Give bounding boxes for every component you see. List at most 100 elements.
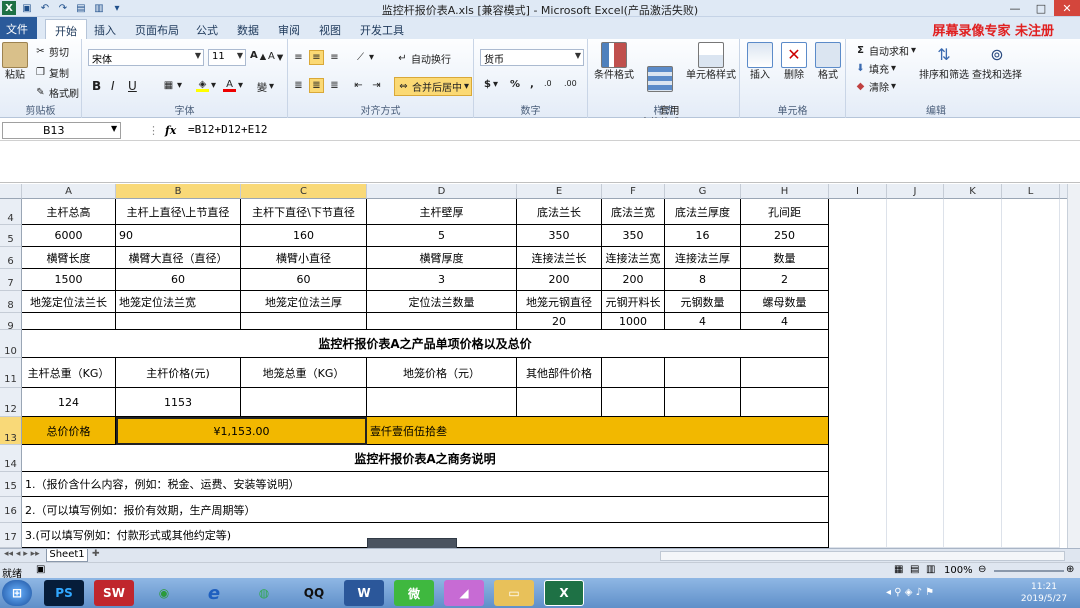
close-button[interactable]: ✕: [1054, 0, 1080, 16]
cell-b5[interactable]: 90: [116, 225, 241, 247]
tab-file[interactable]: 文件: [0, 17, 37, 39]
column-header-e[interactable]: E: [517, 184, 602, 199]
copy-button[interactable]: ❐ 复制: [34, 65, 69, 80]
cell-b8[interactable]: 地笼定位法兰宽: [116, 291, 241, 313]
insert-sheet-icon[interactable]: ✚: [92, 549, 100, 559]
cell-f4[interactable]: 底法兰宽: [602, 199, 665, 225]
horizontal-scrollbar[interactable]: [660, 551, 1065, 561]
cell-a5[interactable]: 6000: [22, 225, 116, 247]
vertical-scrollbar[interactable]: [1067, 184, 1080, 548]
normal-view-icon[interactable]: ▦: [894, 564, 903, 575]
zoom-in-icon[interactable]: ⊕: [1066, 564, 1074, 575]
cell-h8[interactable]: 螺母数量: [741, 291, 829, 313]
cell-g11[interactable]: [665, 358, 741, 388]
cell-e4[interactable]: 底法兰长: [517, 199, 602, 225]
taskbar-screen-recorder[interactable]: ◢: [444, 580, 484, 606]
cell-f11[interactable]: [602, 358, 665, 388]
minimize-button[interactable]: —: [1002, 0, 1028, 16]
taskbar-ie[interactable]: e: [194, 580, 234, 606]
align-right-button[interactable]: ≣: [328, 79, 341, 92]
cell-f8[interactable]: 元钢开料长: [602, 291, 665, 313]
cell-a7[interactable]: 1500: [22, 269, 116, 291]
cell-g7[interactable]: 8: [665, 269, 741, 291]
insert-function-icon[interactable]: fx: [165, 124, 176, 137]
row-header-6[interactable]: 6: [0, 247, 22, 269]
row-header-13[interactable]: 13: [0, 417, 22, 445]
cell-c7[interactable]: 60: [241, 269, 367, 291]
tab-view[interactable]: 视图: [310, 19, 350, 39]
cell-f6[interactable]: 连接法兰宽: [602, 247, 665, 269]
column-header-l[interactable]: L: [1002, 184, 1060, 199]
cell-h12[interactable]: [741, 388, 829, 417]
sheet-nav-arrows[interactable]: ◂◂ ◂ ▸ ▸▸: [4, 549, 40, 559]
borders-button[interactable]: ▦ ▾: [162, 79, 182, 92]
row-header-9[interactable]: 9: [0, 313, 22, 332]
sort-filter-button[interactable]: ⇅ 排序和筛选: [918, 42, 970, 82]
tab-insert[interactable]: 插入: [85, 19, 125, 39]
row-header-5[interactable]: 5: [0, 225, 22, 247]
column-header-f[interactable]: F: [602, 184, 665, 199]
cell-b7[interactable]: 60: [116, 269, 241, 291]
font-size-select[interactable]: 11 ▼: [208, 49, 246, 66]
align-left-button[interactable]: ≣: [292, 79, 305, 92]
cell-b11[interactable]: 主杆价格(元): [116, 358, 241, 388]
tray-clock[interactable]: 11:21 2019/5/27: [1014, 581, 1074, 605]
column-header-c[interactable]: C: [241, 184, 367, 199]
cell-b6[interactable]: 横臂大直径（直径）: [116, 247, 241, 269]
cell-d4[interactable]: 主杆壁厚: [367, 199, 517, 225]
comma-button[interactable]: ,: [530, 79, 534, 90]
percent-button[interactable]: %: [510, 79, 520, 90]
cell-c8[interactable]: 地笼定位法兰厚: [241, 291, 367, 313]
cell-h6[interactable]: 数量: [741, 247, 829, 269]
column-header-i[interactable]: I: [829, 184, 887, 199]
cell-e12[interactable]: [517, 388, 602, 417]
cell-c11[interactable]: 地笼总重（KG）: [241, 358, 367, 388]
cell-f7[interactable]: 200: [602, 269, 665, 291]
taskbar-photoshop[interactable]: PS: [44, 580, 84, 606]
format-cells-button[interactable]: 格式: [812, 42, 844, 82]
tab-data[interactable]: 数据: [228, 19, 268, 39]
cell-d6[interactable]: 横臂厚度: [367, 247, 517, 269]
underline-button[interactable]: U: [128, 79, 137, 93]
italic-button[interactable]: I: [111, 79, 115, 93]
taskbar-wechat[interactable]: 微: [394, 580, 434, 606]
tab-home[interactable]: 开始: [45, 19, 87, 39]
decrease-decimal-button[interactable]: .00: [564, 79, 577, 88]
column-header-j[interactable]: J: [887, 184, 944, 199]
format-painter-button[interactable]: ✎ 格式刷: [34, 85, 79, 100]
tab-developer[interactable]: 开发工具: [351, 19, 413, 39]
taskbar-360-browser[interactable]: ◍: [244, 580, 284, 606]
cell-f5[interactable]: 350: [602, 225, 665, 247]
align-center-button[interactable]: ≣: [309, 78, 324, 93]
cell-styles-button[interactable]: 单元格样式: [684, 42, 738, 82]
column-header-k[interactable]: K: [944, 184, 1002, 199]
bold-button[interactable]: B: [92, 79, 101, 93]
align-top-button[interactable]: ≡: [292, 51, 305, 64]
cell-e5[interactable]: 350: [517, 225, 602, 247]
row-header-7[interactable]: 7: [0, 269, 22, 291]
total-price-label[interactable]: 总价价格: [22, 417, 116, 445]
cell-b12[interactable]: 1153: [116, 388, 241, 417]
fill-color-button[interactable]: ◈ ▾: [196, 79, 216, 92]
cell-d7[interactable]: 3: [367, 269, 517, 291]
column-header-a[interactable]: A: [22, 184, 116, 199]
taskbar-explorer[interactable]: ▭: [494, 580, 534, 606]
merge-center-button[interactable]: ⇔ 合并后居中 ▾: [394, 77, 473, 96]
zoom-out-icon[interactable]: ⊖: [978, 564, 986, 575]
cell-d12[interactable]: [367, 388, 517, 417]
cell-g5[interactable]: 16: [665, 225, 741, 247]
cell-e11[interactable]: 其他部件价格: [517, 358, 602, 388]
tab-page-layout[interactable]: 页面布局: [126, 19, 188, 39]
cell-d5[interactable]: 5: [367, 225, 517, 247]
business-note-1[interactable]: 1.（报价含什么内容，例如：税金、运费、安装等说明）: [22, 472, 829, 497]
wrap-text-button[interactable]: ↵ 自动换行: [396, 51, 451, 66]
taskbar-solidworks[interactable]: SW: [94, 580, 134, 606]
cell-g12[interactable]: [665, 388, 741, 417]
cell-a11[interactable]: 主杆总重（KG）: [22, 358, 116, 388]
zoom-slider[interactable]: [994, 570, 1064, 572]
shrink-font-button[interactable]: A ▼: [268, 51, 283, 62]
cell-e6[interactable]: 连接法兰长: [517, 247, 602, 269]
row-header-14[interactable]: 14: [0, 445, 22, 472]
row-header-8[interactable]: 8: [0, 291, 22, 313]
font-name-select[interactable]: 宋体 ▼: [88, 49, 204, 66]
